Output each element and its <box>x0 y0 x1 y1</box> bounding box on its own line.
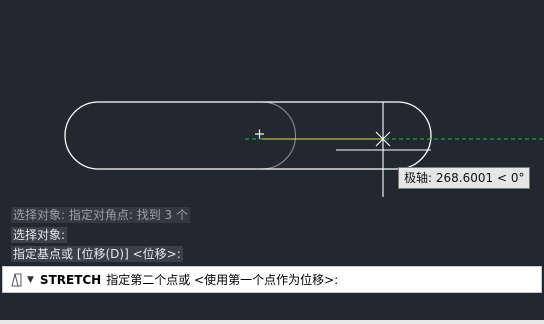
command-history-line: 指定基点或 [位移(D)] <位移>: <box>11 246 183 262</box>
command-history-line: 选择对象: 指定对角点: 找到 3 个 <box>11 207 190 223</box>
base-point-icon <box>255 129 264 139</box>
command-prompt: 指定第二个点或 <使用第一个点作为位移>: <box>106 273 339 287</box>
chevron-down-icon[interactable]: ▼ <box>27 275 34 285</box>
ghost-slot-end <box>261 101 297 170</box>
polar-angle: < 0° <box>496 171 525 185</box>
polar-label: 极轴: <box>404 171 433 185</box>
polar-tooltip: 极轴: 268.6001 < 0° <box>398 167 531 189</box>
polar-value: 268.6001 <box>435 171 494 185</box>
command-name: STRETCH <box>39 272 102 287</box>
command-line[interactable]: ▼ STRETCH 指定第二个点或 <使用第一个点作为位移>: <box>2 266 542 293</box>
command-history-line: 选择对象: <box>11 227 68 243</box>
status-bar-edge <box>0 320 544 324</box>
slot-shape[interactable] <box>64 101 432 170</box>
command-prompt-icon[interactable] <box>9 272 25 288</box>
